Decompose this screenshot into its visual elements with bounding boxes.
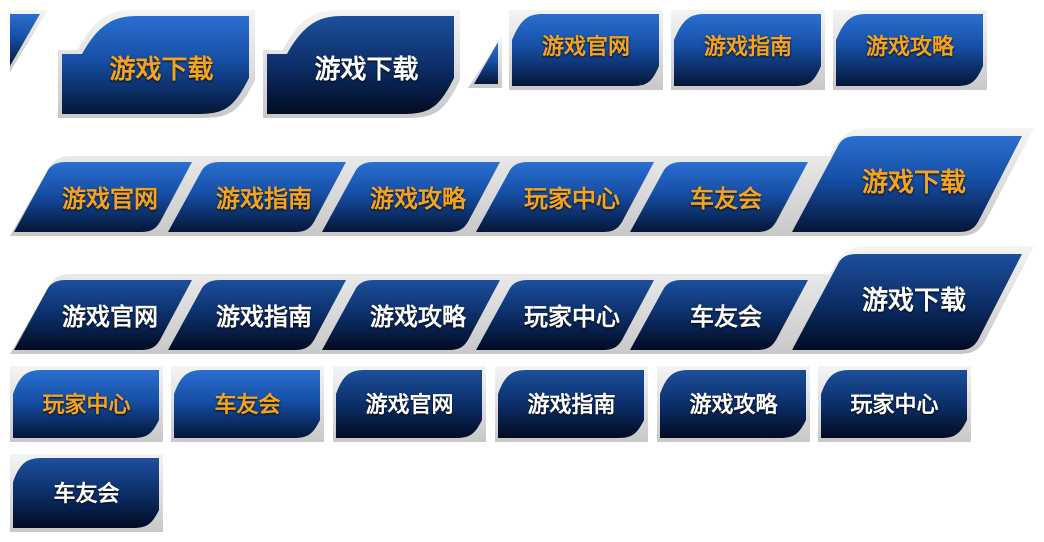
tab-label: 车友会 xyxy=(690,302,762,331)
tab-label: 玩家中心 xyxy=(524,184,620,213)
tab-strategy-small-active[interactable]: 游戏攻略 xyxy=(833,10,987,90)
tab-fragment-mid xyxy=(468,36,502,88)
nav-guide[interactable]: 游戏指南 xyxy=(168,278,346,350)
nav-download[interactable]: 游戏下载 xyxy=(792,252,1022,350)
tab-guide-small-active[interactable]: 游戏指南 xyxy=(671,10,825,90)
tab-label: 游戏下载 xyxy=(109,54,214,85)
tab-official-site-small-active[interactable]: 游戏官网 xyxy=(509,10,663,90)
tab-label: 车友会 xyxy=(690,184,762,213)
tab-label: 游戏官网 xyxy=(365,393,454,418)
tab-car-club-small[interactable]: 车友会 xyxy=(10,454,163,532)
nav-car-club-active[interactable]: 车友会 xyxy=(630,160,808,232)
nav-official-site-active[interactable]: 游戏官网 xyxy=(14,160,192,232)
tab-label: 游戏下载 xyxy=(861,285,966,316)
tab-label: 游戏指南 xyxy=(527,393,616,418)
nav-guide-active[interactable]: 游戏指南 xyxy=(168,160,346,232)
tab-player-center-small-active[interactable]: 玩家中心 xyxy=(10,366,163,442)
tab-label: 游戏官网 xyxy=(541,35,630,60)
tab-label: 游戏攻略 xyxy=(689,393,778,418)
nav-car-club[interactable]: 车友会 xyxy=(630,278,808,350)
nav-official-site[interactable]: 游戏官网 xyxy=(14,278,192,350)
tab-label: 车友会 xyxy=(214,393,281,418)
tab-label: 游戏攻略 xyxy=(865,35,954,60)
nav-download-active[interactable]: 游戏下载 xyxy=(792,134,1022,232)
tab-download-large[interactable]: 游戏下载 xyxy=(263,10,460,118)
tab-download-large-active[interactable]: 游戏下载 xyxy=(58,10,255,118)
tab-label: 玩家中心 xyxy=(850,393,939,418)
nav-strategy[interactable]: 游戏攻略 xyxy=(322,278,500,350)
tab-label: 游戏攻略 xyxy=(370,302,466,331)
nav-strategy-active[interactable]: 游戏攻略 xyxy=(322,160,500,232)
nav-player-center-active[interactable]: 玩家中心 xyxy=(476,160,654,232)
nav-player-center[interactable]: 玩家中心 xyxy=(476,278,654,350)
tab-label: 玩家中心 xyxy=(524,302,620,331)
tab-label: 玩家中心 xyxy=(42,393,131,418)
tab-official-site-small[interactable]: 游戏官网 xyxy=(333,366,486,442)
tab-player-center-small[interactable]: 玩家中心 xyxy=(818,366,971,442)
tab-guide-small[interactable]: 游戏指南 xyxy=(495,366,648,442)
tab-label: 游戏指南 xyxy=(216,302,312,331)
tab-label: 车友会 xyxy=(53,482,120,507)
tab-fragment-shape xyxy=(468,36,502,88)
tab-label: 游戏官网 xyxy=(62,184,158,213)
tab-label: 游戏指南 xyxy=(216,184,312,213)
tab-fragment-left xyxy=(10,10,50,75)
tab-fragment-shape xyxy=(10,10,48,72)
tab-label: 游戏攻略 xyxy=(370,184,466,213)
tab-label: 游戏下载 xyxy=(314,54,419,85)
tab-label: 游戏下载 xyxy=(861,167,966,198)
tab-car-club-small-active[interactable]: 车友会 xyxy=(171,366,324,442)
tab-strategy-small[interactable]: 游戏攻略 xyxy=(657,366,810,442)
tab-label: 游戏指南 xyxy=(703,35,792,60)
tab-label: 游戏官网 xyxy=(62,302,158,331)
